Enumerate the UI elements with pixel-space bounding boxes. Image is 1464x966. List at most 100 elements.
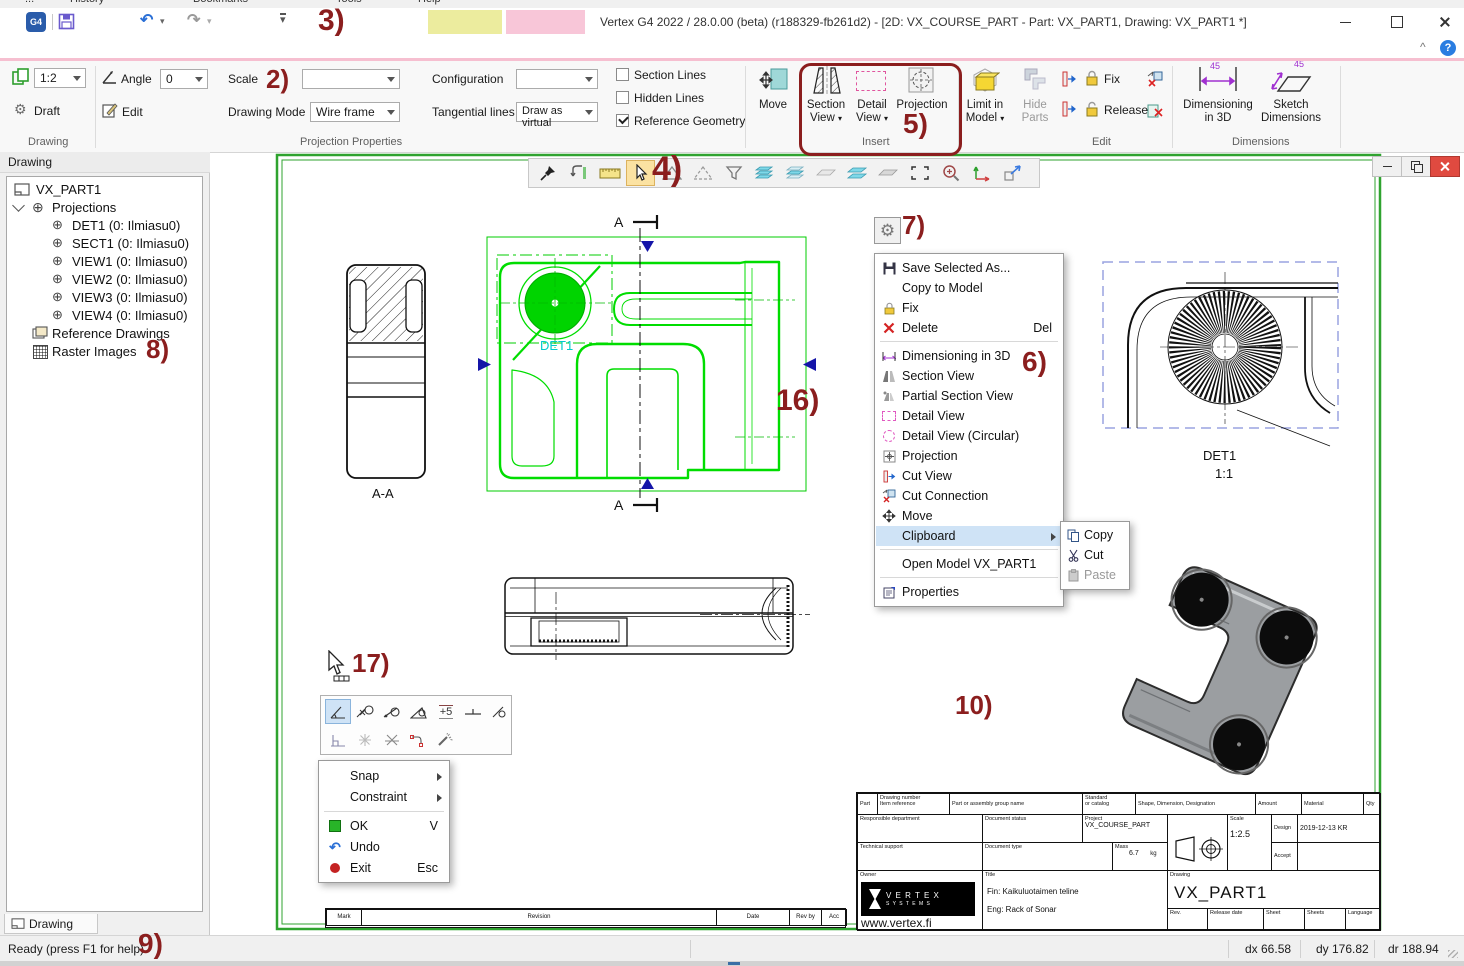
fit-view-icon[interactable] [998,160,1027,186]
tb-drawing-value: VX_PART1 [1174,883,1267,903]
snap-angle-circle-icon[interactable] [406,699,432,724]
snap-context-menu: Snap Constraint OKV ↶Undo ExitEsc [318,760,450,883]
pink-divider-line [0,58,1464,61]
snap-angle-icon[interactable] [325,699,351,724]
filter-icon[interactable] [719,160,748,186]
menu-item-move[interactable]: Move [876,506,1062,526]
menu-item-copy-to-model[interactable]: Copy to Model [876,278,1062,298]
vertex-url: www.vertex.fi [861,917,932,931]
projection-icon [876,450,902,463]
snap-tangent-icon[interactable] [379,699,405,724]
layers-two-cyan-icon[interactable] [843,160,872,186]
menu-item-open-model[interactable]: Open Model VX_PART1 [876,554,1062,574]
plus5-glyph: +5 [439,705,454,719]
snap-perpendicular-icon[interactable] [325,727,351,752]
layer-single-icon[interactable] [874,160,903,186]
menu-item-cut-view[interactable]: Cut View [876,466,1062,486]
ruler-icon[interactable] [595,160,624,186]
layers-all-icon[interactable] [750,160,779,186]
snap-menu-item-exit[interactable]: ExitEsc [320,858,448,878]
triangle-dashed-tool-icon[interactable] [688,160,717,186]
projection-tab-highlight [506,10,585,34]
layers-stack-icon[interactable] [781,160,810,186]
section-view-label: A-A [372,486,394,501]
tb-release-date: Release date [1207,908,1264,931]
lock-icon [876,302,902,315]
menu-item-delete[interactable]: Delete Del [876,318,1062,338]
menu-label: Fix [902,301,919,315]
snap-label: Snap [350,769,379,783]
snap-menu-item-undo[interactable]: ↶Undo [320,837,448,857]
snap-polyline-icon[interactable] [406,727,432,752]
menu-item-save-selected-as[interactable]: Save Selected As... [876,258,1062,278]
rev-date: Date [716,909,790,926]
tb-owner-label: Owner [860,872,876,878]
ok-icon [320,820,350,832]
context-menu: Save Selected As... Copy to Model Fix De… [874,253,1064,607]
annotation-7: 7) [902,210,925,241]
collapse-ribbon-icon[interactable]: ^ [1420,40,1426,54]
menu-item-partial-section-view[interactable]: Partial Section View [876,386,1062,406]
cut-connection-icon [876,489,902,503]
menu-item-properties[interactable]: Properties [876,582,1062,602]
tb-scale-label: Scale [1230,816,1244,822]
tb-title-fin: Fin: Kaikuluotaimen teline [987,887,1079,896]
snap-menu-item-snap[interactable]: Snap [320,766,448,786]
view-settings-gear-button[interactable]: ⚙ [874,217,901,244]
clipboard-submenu: Copy Cut Paste [1060,521,1130,590]
submenu-label: Paste [1084,568,1116,582]
layer-flat-gray-icon[interactable] [812,160,841,186]
annotation-16: 16) [776,384,819,418]
menu-item-detail-view[interactable]: Detail View [876,406,1062,426]
logo-sub: S Y S T E M S [886,901,931,907]
menu-shortcut: Del [1033,321,1052,335]
exit-label: Exit [350,861,371,875]
menu-item-fix[interactable]: Fix [876,298,1062,318]
tb-design-value: 2019-12-13 KR [1297,814,1381,843]
detail-view-rect-icon [876,411,902,421]
snap-off-icon[interactable] [379,727,405,752]
undo-label: Undo [350,840,380,854]
tb-scale-value: 1:2.5 [1230,829,1250,839]
mdi-restore-button[interactable] [1401,156,1431,177]
menu-label: Partial Section View [902,389,1013,403]
update-view-icon[interactable] [564,160,593,186]
mdi-minimize-button[interactable] [1372,156,1402,177]
snap-grid-step-icon[interactable]: +5 [433,699,459,724]
snap-menu-item-ok[interactable]: OKV [320,816,448,836]
select-cursor-icon[interactable] [626,160,655,186]
undo-icon: ↶ [320,839,350,856]
menu-label: Delete [902,321,938,335]
menu-item-detail-view-circular[interactable]: Detail View (Circular) [876,426,1062,446]
axes-icon[interactable] [967,160,996,186]
help-icon[interactable]: ? [1440,40,1456,56]
menu-label: Detail View (Circular) [902,429,1019,443]
menu-label: Detail View [902,409,964,423]
tb-project-label: Project [1085,816,1102,822]
annotation-2: 2) [266,64,289,95]
snap-point-icon[interactable] [352,699,378,724]
tb-sheet: Sheet [1263,908,1305,931]
snap-horizontal-icon[interactable] [460,699,486,724]
menu-item-cut-connection[interactable]: Cut Connection [876,486,1062,506]
select-area-icon[interactable] [905,160,934,186]
snap-center-icon[interactable] [352,727,378,752]
revision-strip: Mark Revision Date Rev by Acc [325,908,846,928]
submenu-item-paste[interactable]: Paste [1062,565,1128,585]
submenu-item-copy[interactable]: Copy [1062,525,1128,545]
snap-menu-item-constraint[interactable]: Constraint [320,787,448,807]
first-angle-projection-icon [1170,829,1226,869]
snap-auto-icon[interactable] [433,727,459,752]
submenu-arrow-icon [1051,533,1056,541]
mdi-close-button[interactable] [1430,156,1460,177]
paste-icon [1062,569,1084,582]
tb-owner: Owner V E R T E XS Y S T E M S www.verte… [857,870,983,931]
menu-item-projection[interactable]: Projection [876,446,1062,466]
submenu-item-cut[interactable]: Cut [1062,545,1128,565]
snap-parallel-icon[interactable] [487,699,511,724]
exit-icon [320,863,350,873]
zoom-in-icon[interactable] [936,160,965,186]
logo-brand: V E R T E X [886,891,940,900]
pin-icon[interactable] [533,160,562,186]
menu-item-clipboard[interactable]: Clipboard [876,526,1062,546]
